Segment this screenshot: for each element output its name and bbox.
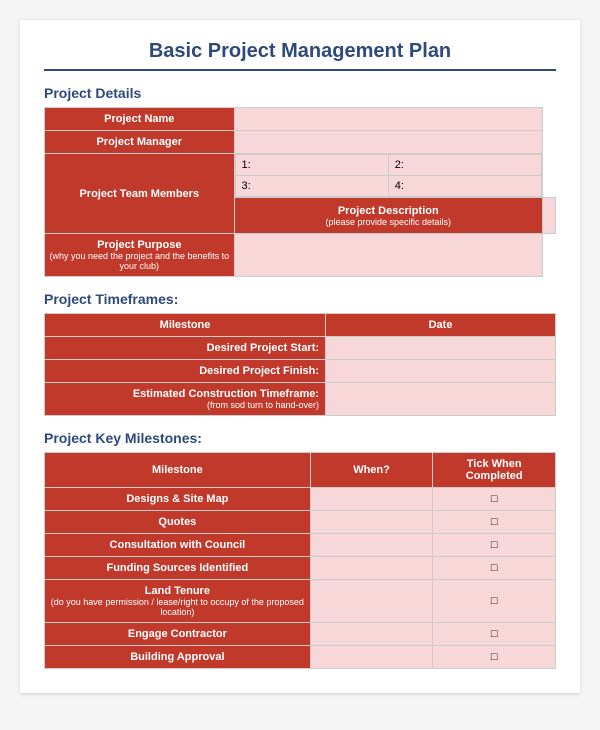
project-name-value[interactable] — [234, 108, 542, 131]
project-start-label: Desired Project Start: — [45, 337, 326, 360]
milestone-contractor-label: Engage Contractor — [45, 623, 311, 646]
project-finish-label: Desired Project Finish: — [45, 360, 326, 383]
project-team-label: Project Team Members — [45, 154, 235, 234]
section-timeframes: Project Timeframes: — [44, 291, 556, 307]
table-header-row: Milestone Date — [45, 314, 556, 337]
milestone-funding-label: Funding Sources Identified — [45, 557, 311, 580]
page-container: Basic Project Management Plan Project De… — [20, 20, 580, 693]
team-4-label: 4: — [388, 176, 541, 197]
team-2-label: 2: — [388, 155, 541, 176]
table-row: Land Tenure (do you have permission / le… — [45, 580, 556, 623]
project-manager-value[interactable] — [234, 131, 542, 154]
table-row: Funding Sources Identified □ — [45, 557, 556, 580]
project-details-table: Project Name Project Manager Project Tea… — [44, 107, 556, 277]
milestone-building-when[interactable] — [310, 646, 433, 669]
milestone-header: Milestone — [45, 453, 311, 488]
section-project-details: Project Details — [44, 85, 556, 101]
timeframe-milestone-header: Milestone — [45, 314, 326, 337]
table-row: Project Name — [45, 108, 556, 131]
milestone-contractor-tick[interactable]: □ — [433, 623, 556, 646]
table-header-row: Milestone When? Tick When Completed — [45, 453, 556, 488]
milestone-quotes-tick[interactable]: □ — [433, 511, 556, 534]
table-row: Building Approval □ — [45, 646, 556, 669]
project-description-sublabel: (please provide specific details) — [239, 217, 538, 227]
timeframe-date-header: Date — [326, 314, 556, 337]
milestone-designs-when[interactable] — [310, 488, 433, 511]
milestone-land-label: Land Tenure (do you have permission / le… — [45, 580, 311, 623]
project-description-label: Project Description (please provide spec… — [234, 198, 542, 234]
team-3-label: 3: — [235, 176, 388, 197]
milestone-funding-tick[interactable]: □ — [433, 557, 556, 580]
section-milestones: Project Key Milestones: — [44, 430, 556, 446]
table-row: Desired Project Finish: — [45, 360, 556, 383]
milestone-land-tick[interactable]: □ — [433, 580, 556, 623]
project-finish-value[interactable] — [326, 360, 556, 383]
table-row: 1: 2: — [235, 155, 541, 176]
milestone-consultation-tick[interactable]: □ — [433, 534, 556, 557]
construction-timeframe-label: Estimated Construction Timeframe: (from … — [45, 383, 326, 416]
milestone-contractor-when[interactable] — [310, 623, 433, 646]
table-row: Project Team Members 1: 2: 3: 4: — [45, 154, 556, 198]
table-row: Engage Contractor □ — [45, 623, 556, 646]
milestone-designs-label: Designs & Site Map — [45, 488, 311, 511]
table-row: Consultation with Council □ — [45, 534, 556, 557]
team-members-inner: 1: 2: 3: 4: — [235, 154, 542, 197]
milestone-quotes-label: Quotes — [45, 511, 311, 534]
table-row: 3: 4: — [235, 176, 541, 197]
milestone-designs-tick[interactable]: □ — [433, 488, 556, 511]
milestone-consultation-when[interactable] — [310, 534, 433, 557]
project-manager-label: Project Manager — [45, 131, 235, 154]
milestone-consultation-label: Consultation with Council — [45, 534, 311, 557]
when-header: When? — [310, 453, 433, 488]
project-description-value[interactable] — [542, 198, 555, 234]
project-purpose-value[interactable] — [234, 234, 542, 277]
table-row: Estimated Construction Timeframe: (from … — [45, 383, 556, 416]
table-row: Quotes □ — [45, 511, 556, 534]
milestone-funding-when[interactable] — [310, 557, 433, 580]
table-row: Project Manager — [45, 131, 556, 154]
table-row: Project Purpose (why you need the projec… — [45, 234, 556, 277]
project-purpose-sublabel: (why you need the project and the benefi… — [49, 251, 230, 271]
construction-timeframe-value[interactable] — [326, 383, 556, 416]
milestone-land-when[interactable] — [310, 580, 433, 623]
table-row: Designs & Site Map □ — [45, 488, 556, 511]
table-row: Desired Project Start: — [45, 337, 556, 360]
team-1-label: 1: — [235, 155, 388, 176]
milestones-table: Milestone When? Tick When Completed Desi… — [44, 452, 556, 669]
timeframes-table: Milestone Date Desired Project Start: De… — [44, 313, 556, 416]
tick-header: Tick When Completed — [433, 453, 556, 488]
page-title: Basic Project Management Plan — [44, 40, 556, 71]
milestone-quotes-when[interactable] — [310, 511, 433, 534]
milestone-building-tick[interactable]: □ — [433, 646, 556, 669]
construction-sublabel: (from sod turn to hand-over) — [51, 400, 319, 410]
project-purpose-label: Project Purpose (why you need the projec… — [45, 234, 235, 277]
milestone-land-sublabel: (do you have permission / lease/right to… — [49, 597, 306, 617]
milestone-building-label: Building Approval — [45, 646, 311, 669]
project-start-value[interactable] — [326, 337, 556, 360]
project-name-label: Project Name — [45, 108, 235, 131]
